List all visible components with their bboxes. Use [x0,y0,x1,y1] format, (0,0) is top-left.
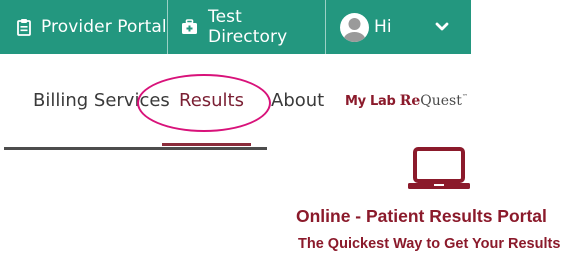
clipboard-icon [17,18,31,36]
provider-portal-label: Provider Portal [41,17,167,37]
user-menu-button[interactable]: Hi [326,0,471,54]
user-greeting: Hi [374,17,392,37]
provider-portal-button[interactable]: Provider Portal [0,0,168,54]
my-lab-request-logo[interactable]: My Lab ReQuest™ [345,90,468,109]
nav-divider [4,147,267,150]
laptop-icon [406,147,472,195]
top-bar: Provider Portal Test Directory Hi [0,0,471,54]
test-directory-label: Test Directory [208,7,288,47]
page-subtitle: The Quickest Way to Get Your Results [298,236,561,252]
highlight-circle [137,74,271,132]
page-title: Online - Patient Results Portal [296,206,547,226]
test-directory-button[interactable]: Test Directory [168,0,326,54]
user-avatar-icon [340,12,369,42]
medical-kit-icon [181,19,198,35]
active-tab-indicator [162,143,251,146]
chevron-down-icon [435,22,449,32]
nav-about[interactable]: About [271,90,324,111]
